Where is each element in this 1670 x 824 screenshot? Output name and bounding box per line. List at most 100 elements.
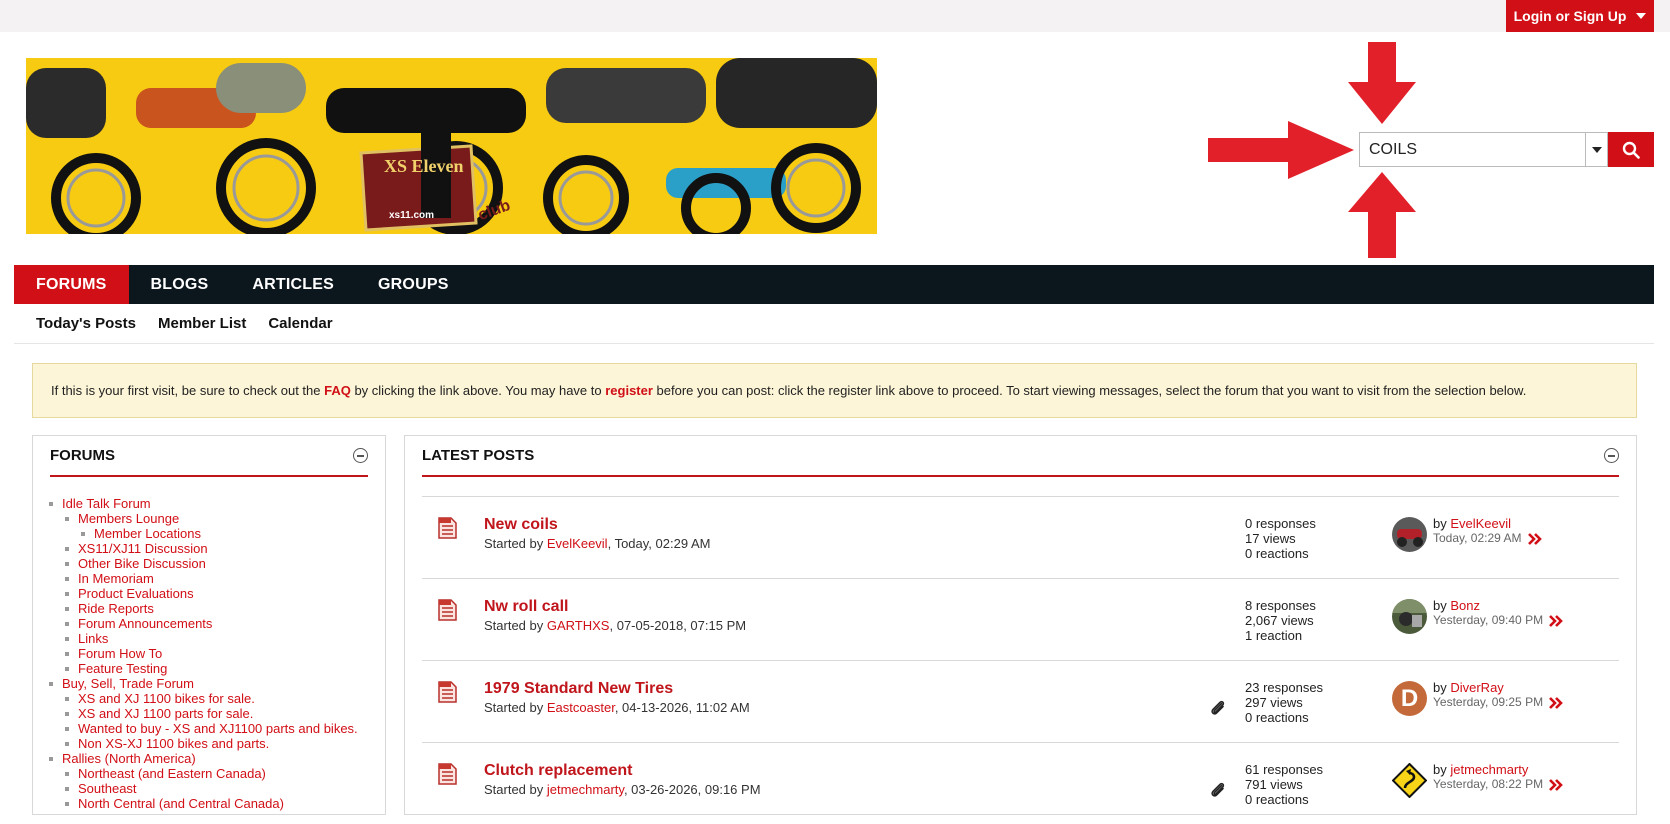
post-title-link[interactable]: Clutch replacement	[484, 762, 761, 780]
forum-item[interactable]: Rallies (North America)	[49, 751, 385, 766]
tab-forums[interactable]: FORUMS	[14, 265, 129, 304]
forum-item[interactable]: Feature Testing	[49, 661, 385, 676]
started-by-text: Started by	[484, 536, 547, 551]
last-post-by: by DiverRay	[1433, 680, 1563, 695]
post-author-link[interactable]: EvelKeevil	[547, 536, 608, 551]
post-title-link[interactable]: 1979 Standard New Tires	[484, 680, 750, 698]
post-stats: 23 responses 297 views 0 reactions	[1245, 680, 1323, 725]
go-to-last-post-button[interactable]	[1527, 532, 1542, 545]
post-reactions: 0 reactions	[1245, 546, 1309, 561]
search-bar	[1359, 132, 1654, 167]
search-button[interactable]	[1608, 132, 1654, 167]
subnav-todays-posts[interactable]: Today's Posts	[36, 315, 136, 332]
post-main: 1979 Standard New Tires Started by Eastco…	[484, 680, 750, 715]
post-title-link[interactable]: Nw roll call	[484, 598, 746, 616]
forum-item[interactable]: In Memoriam	[49, 571, 385, 586]
bullet-icon	[65, 786, 69, 791]
notice-text-2: by clicking the link above. You may have…	[350, 383, 606, 398]
site-banner[interactable]: XS Eleven xs11.com club	[26, 58, 877, 234]
post-responses: 0 responses	[1245, 516, 1316, 531]
tab-blogs[interactable]: BLOGS	[129, 265, 231, 304]
avatar[interactable]	[1392, 599, 1427, 634]
last-post-user-link[interactable]: DiverRay	[1450, 680, 1503, 695]
bullet-icon	[65, 771, 69, 776]
go-to-last-post-button[interactable]	[1549, 778, 1563, 791]
last-post-time: Yesterday, 09:40 PM	[1433, 613, 1544, 627]
bullet-icon	[65, 576, 69, 581]
search-options-dropdown[interactable]	[1585, 132, 1608, 167]
forum-item[interactable]: XS and XJ 1100 parts for sale.	[49, 706, 385, 721]
login-signup-button[interactable]: Login or Sign Up	[1506, 0, 1654, 32]
tab-articles[interactable]: ARTICLES	[230, 265, 356, 304]
last-post-time: Yesterday, 08:22 PM	[1433, 777, 1544, 791]
forum-item[interactable]: Product Evaluations	[49, 586, 385, 601]
last-post-user-link[interactable]: Bonz	[1450, 598, 1480, 613]
last-post-user-link[interactable]: jetmechmarty	[1450, 762, 1528, 777]
forum-item-label: XS11/XJ11 Discussion	[78, 541, 208, 556]
double-chevron-right-icon	[1549, 778, 1563, 791]
top-bar: Login or Sign Up	[0, 0, 1670, 32]
forum-item-label: XS and XJ 1100 bikes for sale.	[78, 691, 255, 706]
started-by-text: Started by	[484, 700, 547, 715]
bullet-icon	[65, 711, 69, 716]
banner-motorcycles-image	[26, 58, 877, 234]
forum-item-label: Member Locations	[94, 526, 201, 541]
forum-item[interactable]: Southeast	[49, 781, 385, 796]
forum-item[interactable]: Non XS-XJ 1100 bikes and parts.	[49, 736, 385, 751]
go-to-last-post-button[interactable]	[1549, 614, 1563, 627]
collapse-icon[interactable]	[1604, 448, 1619, 463]
go-to-last-post-button[interactable]	[1549, 696, 1563, 709]
by-text: by	[1433, 598, 1451, 613]
forum-item-label: Non XS-XJ 1100 bikes and parts.	[78, 736, 270, 751]
forum-item-label: Product Evaluations	[78, 586, 194, 601]
forum-item-label: Wanted to buy - XS and XJ1100 parts and …	[78, 721, 358, 736]
forum-item[interactable]: Idle Talk Forum	[49, 496, 385, 511]
last-post-user-link[interactable]: EvelKeevil	[1450, 516, 1511, 531]
post-author-link[interactable]: Eastcoaster	[547, 700, 615, 715]
caret-down-icon	[1636, 13, 1647, 19]
post-title-link[interactable]: New coils	[484, 516, 710, 534]
bullet-icon	[49, 756, 53, 761]
last-post-time: Yesterday, 09:25 PM	[1433, 695, 1544, 709]
notice-text-1: If this is your first visit, be sure to …	[51, 383, 325, 398]
post-stats: 0 responses 17 views 0 reactions	[1245, 516, 1316, 561]
avatar[interactable]	[1392, 517, 1427, 552]
forum-item[interactable]: Northeast (and Eastern Canada)	[49, 766, 385, 781]
forum-item[interactable]: Forum How To	[49, 646, 385, 661]
forums-panel: FORUMS Idle Talk Forum Members Lounge Memb…	[32, 435, 386, 815]
search-icon	[1622, 141, 1640, 159]
tab-groups[interactable]: GROUPS	[356, 265, 471, 304]
forum-item[interactable]: Other Bike Discussion	[49, 556, 385, 571]
arrow-up-icon	[1348, 172, 1416, 258]
forum-item[interactable]: Buy, Sell, Trade Forum	[49, 676, 385, 691]
last-post-info: by DiverRay Yesterday, 09:25 PM	[1433, 680, 1563, 710]
forum-item[interactable]: XS and XJ 1100 bikes for sale.	[49, 691, 385, 706]
register-link[interactable]: register	[605, 383, 653, 398]
forum-item[interactable]: Members Lounge	[49, 511, 385, 526]
last-post-time-row: Yesterday, 09:40 PM	[1433, 613, 1563, 628]
forum-item[interactable]: Wanted to buy - XS and XJ1100 parts and …	[49, 721, 385, 736]
post-author-link[interactable]: GARTHXS	[547, 618, 610, 633]
collapse-icon[interactable]	[353, 448, 368, 463]
search-input[interactable]	[1359, 132, 1585, 167]
last-post-info: by jetmechmarty Yesterday, 08:22 PM	[1433, 762, 1563, 792]
forum-item[interactable]: Forum Announcements	[49, 616, 385, 631]
forum-item[interactable]: Ride Reports	[49, 601, 385, 616]
avatar[interactable]: D	[1392, 681, 1427, 716]
faq-link[interactable]: FAQ	[324, 383, 351, 398]
post-author-link[interactable]: jetmechmarty	[547, 782, 624, 797]
document-icon	[438, 763, 457, 785]
last-post-time-row: Yesterday, 08:22 PM	[1433, 777, 1563, 792]
last-post-time: Today, 02:29 AM	[1433, 531, 1522, 545]
post-stats: 61 responses 791 views 0 reactions	[1245, 762, 1323, 807]
post-views: 791 views	[1245, 777, 1303, 792]
forum-tree: Idle Talk Forum Members Lounge Member Loca…	[33, 496, 385, 811]
subnav-calendar[interactable]: Calendar	[268, 315, 332, 332]
bullet-icon	[49, 501, 53, 506]
avatar[interactable]	[1392, 763, 1427, 798]
forum-item[interactable]: Member Locations	[49, 526, 385, 541]
subnav-member-list[interactable]: Member List	[158, 315, 246, 332]
forum-item-label: XS and XJ 1100 parts for sale.	[78, 706, 254, 721]
forum-item[interactable]: Links	[49, 631, 385, 646]
forum-item[interactable]: XS11/XJ11 Discussion	[49, 541, 385, 556]
